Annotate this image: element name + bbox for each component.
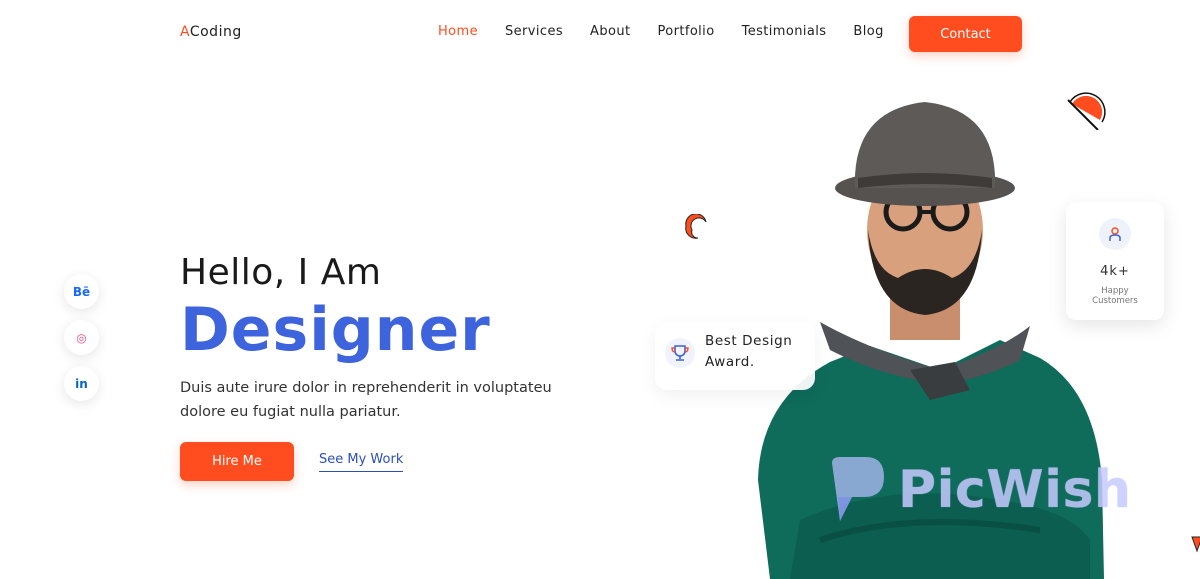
- nav-portfolio[interactable]: Portfolio: [657, 24, 714, 39]
- crescent-decoration: [685, 214, 707, 239]
- hero-role: Designer: [180, 295, 491, 365]
- logo-initial: A: [180, 24, 190, 40]
- watermark-text: PicWish: [898, 460, 1132, 520]
- customers-label: Happy Customers: [1092, 286, 1138, 306]
- hero-greeting: Hello, I Am: [180, 252, 382, 293]
- triangle-decoration: [1191, 536, 1200, 553]
- customers-card: 4k+ Happy Customers: [1066, 202, 1164, 320]
- picwish-watermark: PicWish: [826, 450, 1156, 530]
- award-line-2: Award.: [705, 354, 755, 370]
- nav-blog[interactable]: Blog: [853, 24, 883, 39]
- nav-services[interactable]: Services: [505, 24, 563, 39]
- award-text: Best Design Award.: [705, 331, 792, 373]
- social-links: Bē ◎ in: [64, 274, 99, 401]
- award-line-1: Best Design: [705, 333, 793, 349]
- user-icon: [1099, 218, 1131, 250]
- hire-me-button[interactable]: Hire Me: [180, 442, 294, 481]
- award-card: Best Design Award.: [655, 322, 815, 390]
- linkedin-icon[interactable]: in: [64, 366, 99, 401]
- nav-home[interactable]: Home: [438, 24, 478, 39]
- nav-about[interactable]: About: [590, 24, 630, 39]
- main-nav: Home Services About Portfolio Testimonia…: [438, 24, 884, 39]
- customers-count: 4k+: [1100, 264, 1130, 279]
- logo-text: Coding: [189, 24, 242, 40]
- trophy-icon: [665, 338, 695, 368]
- behance-icon[interactable]: Bē: [64, 274, 99, 309]
- see-my-work-link[interactable]: See My Work: [319, 452, 404, 472]
- dribbble-icon[interactable]: ◎: [64, 320, 99, 355]
- brand-logo[interactable]: ACoding: [180, 24, 242, 40]
- nav-testimonials[interactable]: Testimonials: [742, 24, 827, 39]
- contact-button[interactable]: Contact: [909, 16, 1022, 52]
- picwish-logo-icon: [832, 457, 884, 521]
- hero-description: Duis aute irure dolor in reprehenderit i…: [180, 380, 552, 420]
